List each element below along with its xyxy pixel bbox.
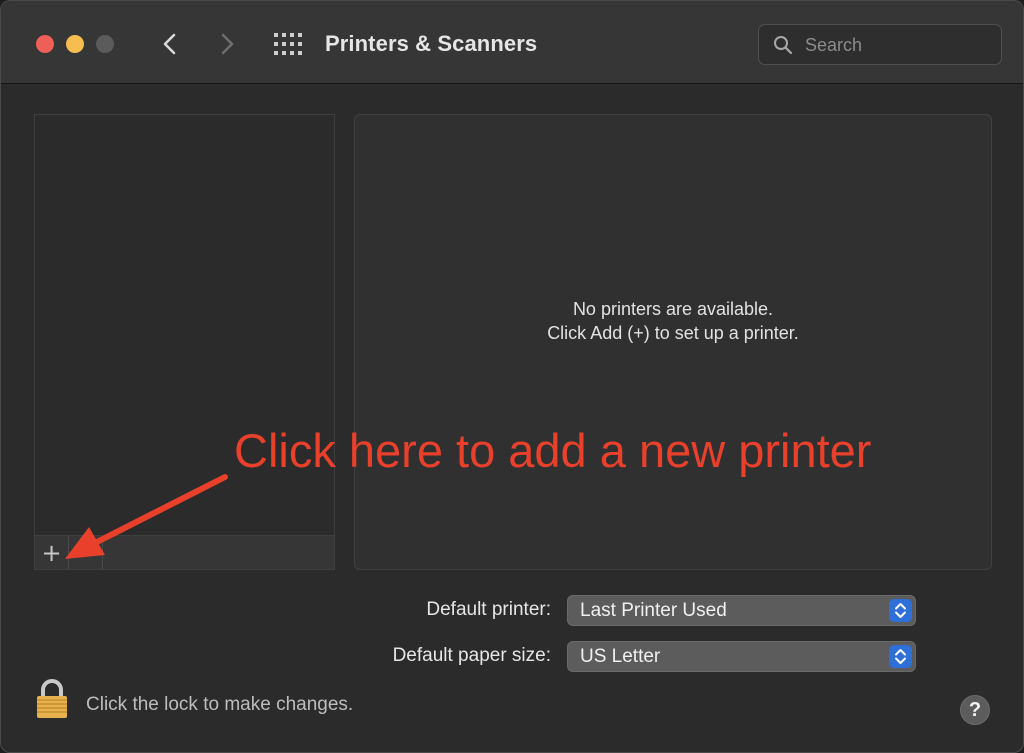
zoom-window-button[interactable]: [96, 35, 114, 53]
default-paper-size-value: US Letter: [580, 646, 661, 667]
search-input[interactable]: [803, 25, 997, 66]
close-window-button[interactable]: [36, 35, 54, 53]
forward-chevron-icon[interactable]: [213, 29, 241, 59]
search-icon: [774, 36, 793, 55]
default-printer-popup[interactable]: Last Printer Used: [567, 595, 916, 626]
lock-icon[interactable]: [35, 679, 69, 719]
minimize-window-button[interactable]: [66, 35, 84, 53]
show-all-grid-icon[interactable]: [273, 32, 303, 56]
lock-message: Click the lock to make changes.: [86, 694, 354, 715]
default-printer-value: Last Printer Used: [580, 600, 727, 621]
updown-chevron-icon: [889, 599, 912, 622]
printer-detail-pane: No printers are available. Click Add (+)…: [354, 114, 992, 570]
no-printers-line: No printers are available.: [572, 299, 774, 319]
annotation-text: Click here to add a new printer: [234, 424, 872, 477]
default-paper-size-popup[interactable]: US Letter: [567, 641, 916, 672]
system-preferences-window: Printers & Scanners + − No printers are …: [0, 0, 1024, 753]
window-title: Printers & Scanners: [325, 31, 538, 56]
annotation-arrow-icon: [65, 474, 228, 559]
default-printer-label: Default printer:: [426, 599, 551, 620]
title-bar: Printers & Scanners: [1, 1, 1023, 84]
updown-chevron-icon: [889, 645, 912, 668]
no-printers-message: No printers are available. Click Add (+)…: [355, 297, 991, 345]
help-button[interactable]: ?: [960, 695, 990, 725]
back-chevron-icon[interactable]: [156, 29, 184, 59]
add-printer-hint: Click Add (+) to set up a printer.: [547, 323, 799, 343]
default-paper-size-label: Default paper size:: [392, 645, 551, 666]
search-field[interactable]: [758, 24, 1002, 66]
